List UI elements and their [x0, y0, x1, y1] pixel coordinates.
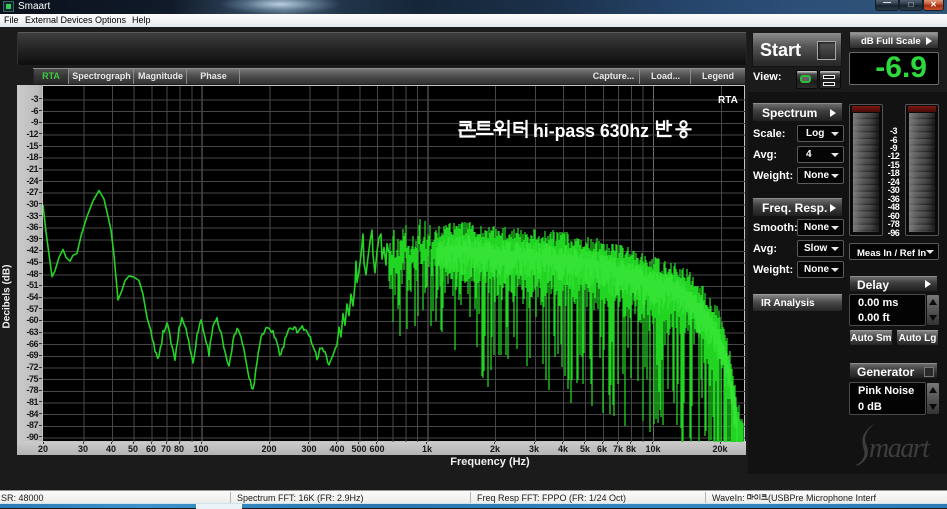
svg-text:RTA: RTA: [718, 95, 738, 106]
